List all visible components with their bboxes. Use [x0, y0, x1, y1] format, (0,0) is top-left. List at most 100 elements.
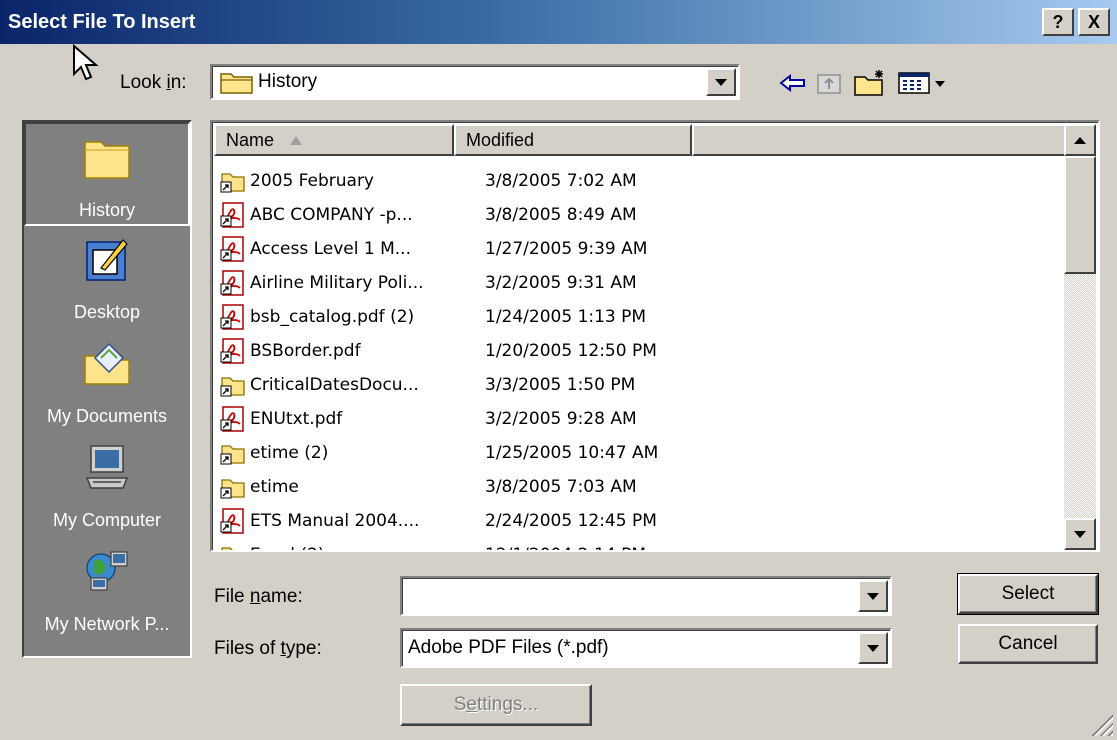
file-list-item[interactable]: 2005 February 3/8/2005 7:02 AM — [220, 164, 637, 197]
file-modified-cell: 1/25/2005 10:47 AM — [485, 442, 659, 463]
file-list[interactable]: Name Modified 2005 February 3/8/2005 7:02… — [210, 120, 1100, 552]
column-header-modified[interactable]: Modified — [454, 124, 692, 156]
file-modified-cell: 2/24/2005 12:45 PM — [485, 510, 657, 531]
back-icon — [779, 73, 805, 93]
files-of-type-value: Adobe PDF Files (*.pdf) — [408, 637, 609, 658]
file-name-cell: ENUtxt.pdf — [250, 408, 343, 429]
my-documents-icon — [84, 342, 130, 385]
resize-grip-icon[interactable] — [1089, 712, 1113, 736]
file-name-cell: Access Level 1 M... — [250, 238, 411, 259]
file-modified-cell: 3/8/2005 7:03 AM — [485, 476, 637, 497]
place-history[interactable]: History — [24, 122, 190, 226]
folder-shortcut-icon — [220, 474, 246, 500]
pdf-shortcut-icon — [220, 337, 246, 364]
file-name-cell: Excel (2) — [250, 545, 485, 551]
file-list-item[interactable]: etime 3/8/2005 7:03 AM — [220, 470, 637, 503]
view-menu-button[interactable] — [894, 68, 954, 98]
folder-shortcut-icon — [220, 372, 246, 398]
file-modified-cell: 12/1/2004 2:14 PM — [485, 545, 646, 551]
file-modified-cell: 3/3/2005 1:50 PM — [485, 374, 636, 395]
desktop-icon — [86, 239, 128, 281]
file-list-item[interactable]: ETS Manual 2004.... 2/24/2005 12:45 PM — [220, 504, 657, 537]
close-button[interactable]: X — [1078, 8, 1110, 36]
pdf-shortcut-icon — [220, 405, 246, 432]
look-in-dropdown-button[interactable] — [706, 68, 736, 96]
file-list-item[interactable]: bsb_catalog.pdf (2) 1/24/2005 1:13 PM — [220, 300, 646, 333]
file-list-item[interactable]: CriticalDatesDocu... 3/3/2005 1:50 PM — [220, 368, 635, 401]
file-name-cell: Airline Military Poli... — [250, 272, 424, 293]
pdf-shortcut-icon — [220, 201, 246, 228]
history-folder-icon — [84, 141, 130, 179]
file-list-item[interactable]: ABC COMPANY -p... 3/8/2005 8:49 AM — [220, 198, 637, 231]
up-folder-icon — [817, 74, 841, 94]
scroll-up-button[interactable] — [1064, 124, 1096, 156]
folder-shortcut-icon — [220, 168, 246, 194]
chevron-down-icon — [867, 592, 879, 600]
new-folder-button[interactable] — [850, 68, 890, 98]
file-modified-cell: 3/2/2005 9:28 AM — [485, 408, 637, 429]
column-header-name[interactable]: Name — [214, 124, 454, 156]
chevron-down-icon — [867, 644, 879, 652]
look-in-value: History — [258, 71, 318, 92]
places-bar: History Desktop My Documents My Computer — [22, 120, 192, 658]
files-of-type-label: Files of type: — [214, 638, 322, 659]
file-list-item[interactable]: etime (2) 1/25/2005 10:47 AM — [220, 436, 658, 469]
place-my-network[interactable]: My Network P... — [24, 538, 190, 642]
chevron-down-icon — [715, 78, 727, 86]
file-list-item[interactable]: ENUtxt.pdf 3/2/2005 9:28 AM — [220, 402, 637, 435]
vertical-scrollbar[interactable] — [1064, 124, 1096, 550]
file-name-cell: etime (2) — [250, 442, 329, 463]
sort-ascending-icon — [290, 135, 303, 145]
file-modified-cell: 3/8/2005 8:49 AM — [485, 204, 637, 225]
file-modified-cell: 1/24/2005 1:13 PM — [485, 306, 647, 327]
file-modified-cell: 3/8/2005 7:02 AM — [485, 170, 637, 191]
file-name-label: File name: — [214, 586, 303, 607]
look-in-label: Look in: — [120, 72, 187, 93]
help-button[interactable]: ? — [1042, 8, 1074, 36]
scroll-down-button[interactable] — [1064, 518, 1096, 550]
place-desktop[interactable]: Desktop — [24, 226, 190, 330]
folder-icon — [220, 73, 253, 94]
file-name-combo[interactable] — [400, 576, 892, 616]
my-computer-icon — [85, 445, 129, 489]
scroll-thumb[interactable] — [1064, 156, 1096, 274]
file-list-item[interactable]: Access Level 1 M... 1/27/2005 9:39 AM — [220, 232, 647, 265]
file-name-cell: bsb_catalog.pdf (2) — [250, 306, 415, 327]
place-label: Desktop — [73, 302, 141, 322]
settings-button[interactable]: Settings... — [400, 684, 592, 726]
title-bar[interactable]: Select File To Insert ? X — [0, 0, 1117, 44]
look-in-combo[interactable]: History — [210, 64, 740, 100]
chevron-up-icon — [1074, 136, 1086, 144]
up-folder-button[interactable] — [812, 68, 846, 98]
cancel-button[interactable]: Cancel — [958, 624, 1098, 664]
file-list-item[interactable]: Excel (2)12/1/2004 2:14 PM — [220, 538, 646, 551]
place-label: History — [78, 200, 135, 220]
window-title: Select File To Insert — [8, 10, 196, 33]
pdf-shortcut-icon — [220, 269, 246, 296]
file-name-cell: ETS Manual 2004.... — [250, 510, 420, 531]
file-modified-cell: 1/27/2005 9:39 AM — [485, 238, 648, 259]
file-name-cell: 2005 February — [250, 170, 374, 191]
view-menu-icon — [898, 72, 945, 94]
file-name-dropdown-button[interactable] — [858, 580, 888, 612]
chevron-down-icon — [1074, 530, 1086, 538]
file-list-item[interactable]: BSBorder.pdf 1/20/2005 12:50 PM — [220, 334, 657, 367]
place-label: My Network P... — [44, 614, 170, 634]
place-my-documents[interactable]: My Documents — [24, 330, 190, 434]
pdf-shortcut-icon — [220, 507, 246, 534]
file-modified-cell: 3/2/2005 9:31 AM — [485, 272, 637, 293]
place-my-computer[interactable]: My Computer — [24, 434, 190, 538]
files-of-type-dropdown-button[interactable] — [858, 632, 888, 664]
pdf-shortcut-icon — [220, 235, 246, 262]
select-button[interactable]: Select — [957, 573, 1099, 615]
files-of-type-combo[interactable]: Adobe PDF Files (*.pdf) — [400, 628, 892, 668]
file-list-item[interactable]: Airline Military Poli... 3/2/2005 9:31 AM — [220, 266, 637, 299]
back-button[interactable] — [776, 68, 810, 98]
file-name-cell: etime — [250, 476, 299, 497]
column-header-blank[interactable] — [692, 124, 1066, 156]
file-name-cell: BSBorder.pdf — [250, 340, 361, 361]
file-name-cell: ABC COMPANY -p... — [250, 204, 413, 225]
folder-shortcut-icon — [220, 440, 246, 466]
place-label: My Documents — [46, 406, 168, 426]
file-modified-cell: 1/20/2005 12:50 PM — [485, 340, 657, 361]
